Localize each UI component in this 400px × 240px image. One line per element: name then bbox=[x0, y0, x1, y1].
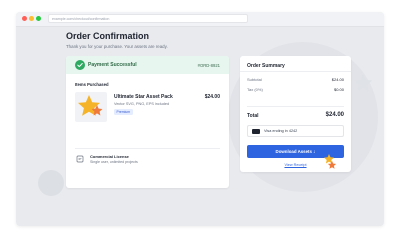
total-value: $24.00 bbox=[325, 112, 344, 118]
summary-divider bbox=[240, 71, 351, 72]
section-divider bbox=[75, 148, 220, 149]
license-description: Single user, unlimited projects bbox=[90, 160, 138, 164]
tax-value: $0.00 bbox=[333, 87, 344, 92]
items-heading: Items Purchased bbox=[75, 82, 109, 87]
order-id: #ORD-8921 bbox=[197, 62, 220, 68]
minimize-window-dot[interactable] bbox=[29, 16, 34, 21]
payment-status-banner: Payment Successful #ORD-8921 bbox=[66, 56, 229, 74]
background-decoration-circle-small bbox=[38, 170, 64, 196]
payment-method-label: Visa ending in 4242 bbox=[264, 128, 298, 133]
background-star-icon bbox=[353, 73, 373, 92]
total-divider bbox=[247, 106, 344, 107]
product-badge: Premium bbox=[114, 109, 133, 115]
document-icon bbox=[76, 155, 84, 163]
check-circle-icon bbox=[75, 60, 85, 70]
browser-window: example.com/checkout/confirmation Order … bbox=[16, 12, 384, 226]
payment-status-label: Payment Successful bbox=[88, 62, 137, 68]
download-button-label: Download Assets bbox=[275, 149, 312, 154]
summary-heading: Order Summary bbox=[247, 62, 285, 69]
close-window-dot[interactable] bbox=[22, 16, 27, 21]
product-name: Ultimate Star Asset Pack bbox=[114, 94, 173, 100]
subtotal-label: Subtotal bbox=[247, 77, 262, 82]
star-sparkle-icon-orange bbox=[327, 160, 337, 169]
product-price: $24.00 bbox=[204, 94, 220, 100]
star-icon bbox=[78, 95, 103, 116]
maximize-window-dot[interactable] bbox=[36, 16, 41, 21]
arrow-down-icon: ↓ bbox=[312, 149, 316, 155]
browser-titlebar: example.com/checkout/confirmation bbox=[16, 12, 384, 27]
total-label: Total bbox=[247, 113, 259, 119]
product-thumbnail bbox=[75, 92, 107, 122]
payment-method: Visa ending in 4242 bbox=[247, 125, 344, 137]
page-title: Order Confirmation bbox=[66, 31, 150, 41]
page-subtitle: Thank you for your purchase. Your assets… bbox=[66, 44, 168, 49]
order-details-card: Payment Successful #ORD-8921 Items Purch… bbox=[66, 56, 229, 188]
subtotal-value: $24.00 bbox=[331, 77, 344, 82]
license-title: Commercial License bbox=[90, 154, 129, 159]
product-description: Vector SVG, PNG, EPS included bbox=[114, 101, 170, 106]
credit-card-icon bbox=[252, 128, 260, 134]
tax-label: Tax (0%) bbox=[247, 87, 263, 92]
address-bar[interactable]: example.com/checkout/confirmation bbox=[48, 14, 248, 23]
